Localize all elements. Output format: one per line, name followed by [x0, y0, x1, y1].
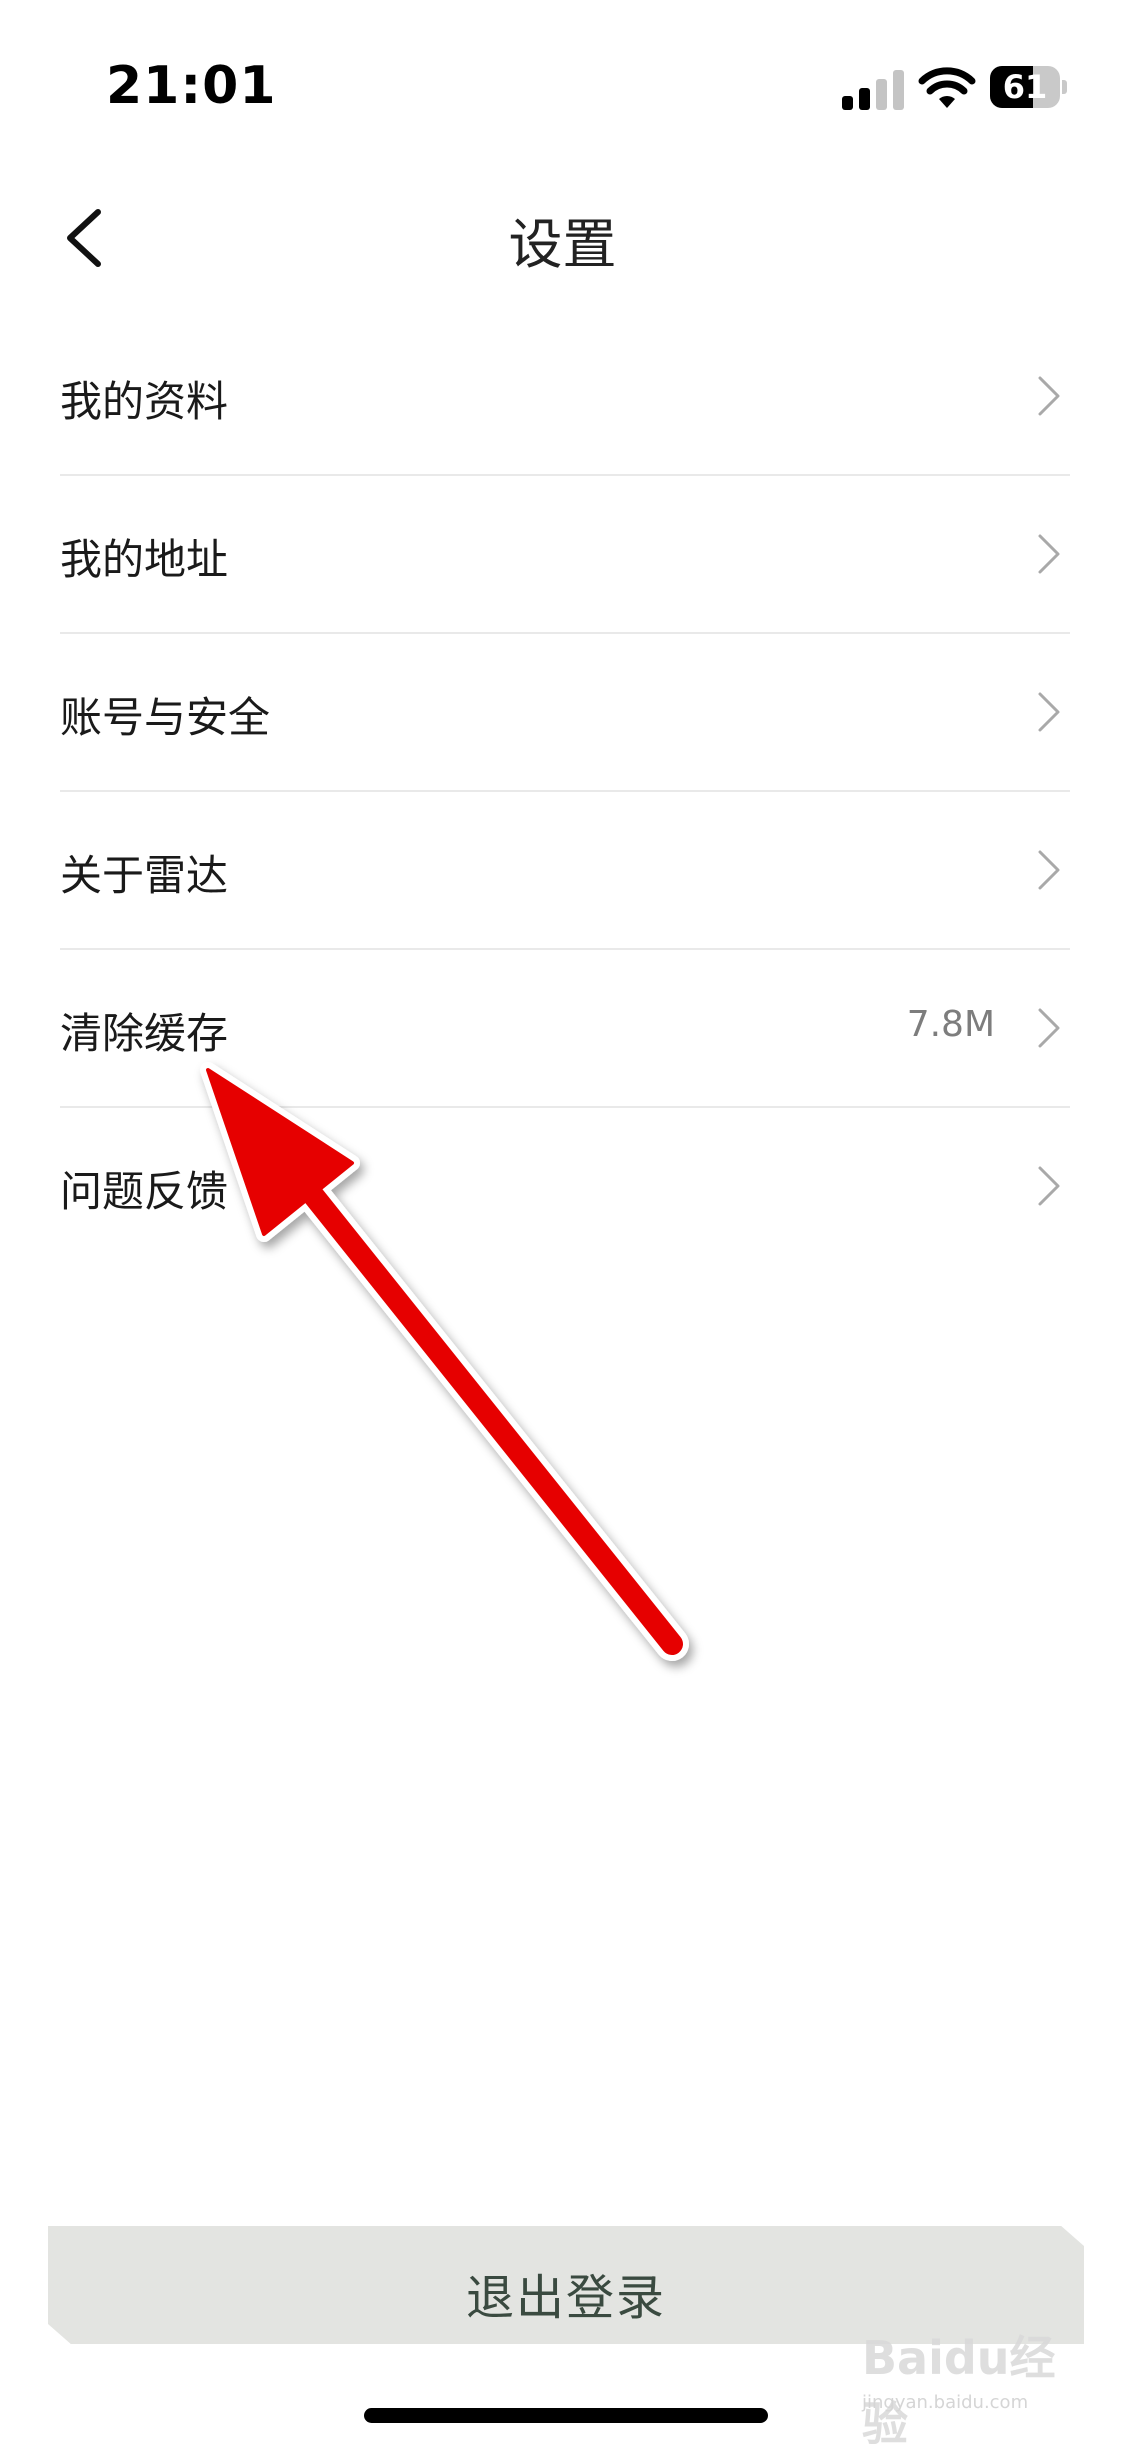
settings-item-label: 我的地址	[60, 535, 229, 584]
settings-list: 我的资料 我的地址 账号与安全 关于雷达 清除缓存 7.8M 问题反馈	[60, 318, 1070, 1266]
page-title: 设置	[508, 213, 617, 276]
chevron-right-icon	[1038, 376, 1060, 416]
settings-item-about[interactable]: 关于雷达	[60, 792, 1070, 950]
chevron-right-icon	[1038, 1166, 1060, 1206]
baidu-watermark-logo: Baidu经验	[862, 2331, 1056, 2451]
settings-item-clear-cache[interactable]: 清除缓存 7.8M	[60, 950, 1070, 1108]
cellular-signal-icon	[842, 70, 904, 110]
watermark-url: jingyan.baidu.com	[862, 2392, 1029, 2413]
logout-label: 退出登录	[465, 2270, 666, 2326]
battery-level: 61	[1002, 68, 1048, 106]
chevron-right-icon	[1038, 534, 1060, 574]
settings-item-label: 清除缓存	[60, 1009, 229, 1058]
chevron-right-icon	[1038, 850, 1060, 890]
chevron-right-icon	[1038, 692, 1060, 732]
settings-item-my-profile[interactable]: 我的资料	[60, 318, 1070, 476]
status-bar: 21:01 61	[0, 0, 1125, 140]
wifi-icon	[918, 67, 976, 108]
nav-bar: 设置	[0, 170, 1125, 300]
settings-item-my-address[interactable]: 我的地址	[60, 476, 1070, 634]
battery-icon: 61	[990, 66, 1067, 108]
settings-item-feedback[interactable]: 问题反馈	[60, 1108, 1070, 1266]
chevron-right-icon	[1038, 1008, 1060, 1048]
settings-item-label: 问题反馈	[60, 1167, 229, 1216]
settings-item-label: 关于雷达	[60, 851, 229, 900]
cache-size-value: 7.8M	[906, 1004, 995, 1045]
settings-item-account-security[interactable]: 账号与安全	[60, 634, 1070, 792]
home-indicator[interactable]	[364, 2408, 768, 2423]
settings-item-label: 我的资料	[60, 377, 229, 426]
status-time: 21:01	[106, 56, 277, 116]
settings-item-label: 账号与安全	[60, 693, 271, 742]
